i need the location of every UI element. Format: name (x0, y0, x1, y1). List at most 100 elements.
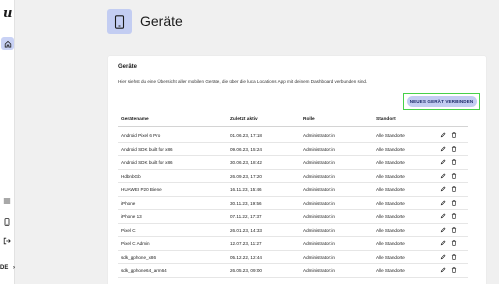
location-cell: Alle Standorte (376, 146, 405, 152)
row-actions (440, 253, 457, 260)
delete-icon[interactable] (451, 132, 457, 138)
edit-icon[interactable] (440, 132, 446, 138)
delete-icon[interactable] (451, 253, 457, 260)
header-device-name[interactable]: Gerätename (121, 117, 149, 122)
role-cell: Administrator:in (303, 133, 335, 138)
card-description: Hier siehst du eine Übersicht aller mobi… (118, 79, 368, 84)
devices-table-body: Android Pixel 6 Pro 01.06.23, 17:18 Admini… (118, 129, 468, 278)
edit-icon[interactable] (440, 186, 446, 192)
last-active-cell: 05.12.22, 12:44 (230, 254, 262, 260)
device-name-cell: Android SDK built for x86 (121, 160, 173, 165)
role-cell: Administrator:in (303, 187, 335, 192)
table-row: sdk_gphone_x86 05.12.22, 12:44 Administrat… (118, 251, 468, 264)
nav-devices-button[interactable] (2, 217, 12, 227)
table-row: HdbnbGb 26.09.23, 17:20 Administrator:in Al… (118, 170, 468, 183)
delete-icon[interactable] (451, 159, 457, 165)
last-active-cell: 30.11.23, 19:56 (230, 200, 262, 206)
edit-icon[interactable] (440, 146, 446, 152)
logout-button[interactable] (2, 236, 12, 246)
device-name-cell: HUAWEI P20 Biene (121, 187, 162, 192)
role-cell: Administrator:in (303, 214, 335, 219)
table-header: Gerätename Zuletzt aktiv Rolle Standort (118, 117, 468, 127)
delete-icon[interactable] (451, 267, 457, 273)
table-row: iPhone 30.11.23, 19:56 Administrator:in All… (118, 197, 468, 210)
delete-icon[interactable] (451, 226, 457, 233)
edit-icon[interactable] (440, 213, 446, 219)
location-cell: Alle Standorte (376, 214, 405, 219)
header-last-active[interactable]: Zuletzt aktiv (230, 117, 258, 122)
last-active-cell: 12.07.23, 11:27 (230, 241, 262, 246)
table-row: HUAWEI P20 Biene 16.11.23, 15:46 Administr… (118, 183, 468, 197)
row-actions (440, 172, 457, 179)
delete-icon[interactable] (451, 240, 457, 246)
table-row: Android SDK built for x86 09.06.23, 15:24… (118, 143, 468, 156)
location-cell: Alle Standorte (376, 133, 405, 138)
table-row: Android Pixel 6 Pro 01.06.23, 17:18 Admini… (118, 129, 468, 143)
last-active-cell: 07.11.22, 17:37 (230, 214, 262, 219)
device-name-cell: sdk_gphone64_arm64 (121, 268, 167, 273)
location-cell: Alle Standorte (376, 160, 405, 165)
table-row: Pixel C Admin 12.07.23, 11:27 Administrato… (118, 237, 468, 251)
row-actions (440, 226, 457, 233)
last-active-cell: 26.09.23, 17:20 (230, 173, 262, 179)
header-role[interactable]: Rolle (303, 117, 315, 122)
chevron-right-icon: › (13, 265, 16, 271)
language-label: DE (0, 265, 9, 271)
location-cell: Alle Standorte (376, 227, 405, 233)
edit-icon[interactable] (440, 267, 446, 273)
new-device-button[interactable]: NEUES GERÄT VERBINDEN (406, 96, 477, 107)
last-active-cell: 09.06.23, 15:24 (230, 146, 262, 152)
card-title: Geräte (118, 64, 138, 70)
device-name-cell: Android SDK built for x86 (121, 146, 173, 152)
row-actions (440, 240, 457, 246)
device-name-cell: sdk_gphone_x86 (121, 254, 156, 260)
last-active-cell: 26.01.23, 14:33 (230, 227, 262, 233)
row-actions (440, 199, 457, 206)
device-name-cell: iPhone 13 (121, 214, 142, 219)
device-name-cell: HdbnbGb (121, 173, 141, 179)
edit-icon[interactable] (440, 173, 446, 179)
header-location[interactable]: Standort (376, 117, 396, 122)
device-name-cell: Pixel C (121, 227, 136, 233)
row-actions (440, 145, 457, 152)
row-actions (440, 213, 457, 219)
role-cell: Administrator:in (303, 268, 335, 273)
nav-menu-button[interactable] (2, 196, 12, 206)
last-active-cell: 01.06.23, 17:18 (230, 133, 262, 138)
devices-card: Geräte Hier siehst du eine Übersicht all… (108, 56, 486, 284)
delete-icon[interactable] (451, 199, 457, 206)
row-actions (440, 186, 457, 192)
delete-icon[interactable] (451, 186, 457, 192)
edit-icon[interactable] (440, 159, 446, 165)
edit-icon[interactable] (440, 240, 446, 246)
app-logo: u (3, 6, 13, 21)
smartphone-icon (107, 9, 132, 34)
language-switcher[interactable]: DE › (0, 265, 15, 271)
logout-icon (3, 232, 11, 250)
location-cell: Alle Standorte (376, 173, 405, 179)
device-name-cell: Android Pixel 6 Pro (121, 133, 161, 138)
edit-icon[interactable] (440, 200, 446, 206)
new-device-button-highlight: NEUES GERÄT VERBINDEN (403, 93, 480, 110)
sidebar: u DE › (0, 0, 15, 284)
location-cell: Alle Standorte (376, 200, 405, 206)
row-actions (440, 267, 457, 273)
table-row: Android SDK built for x86 30.06.23, 18:42… (118, 156, 468, 170)
delete-icon[interactable] (451, 213, 457, 219)
location-cell: Alle Standorte (376, 254, 405, 260)
table-row: iPhone 13 07.11.22, 17:37 Administrator:in… (118, 210, 468, 224)
edit-icon[interactable] (440, 254, 446, 260)
delete-icon[interactable] (451, 172, 457, 179)
last-active-cell: 26.05.23, 09:00 (230, 268, 262, 273)
menu-icon (3, 192, 11, 210)
role-cell: Administrator:in (303, 200, 335, 206)
edit-icon[interactable] (440, 227, 446, 233)
delete-icon[interactable] (451, 145, 457, 152)
nav-home-button[interactable] (1, 37, 14, 50)
role-cell: Administrator:in (303, 146, 335, 152)
role-cell: Administrator:in (303, 227, 335, 233)
location-cell: Alle Standorte (376, 241, 405, 246)
role-cell: Administrator:in (303, 254, 335, 260)
device-name-cell: Pixel C Admin (121, 241, 150, 246)
last-active-cell: 30.06.23, 18:42 (230, 160, 262, 165)
